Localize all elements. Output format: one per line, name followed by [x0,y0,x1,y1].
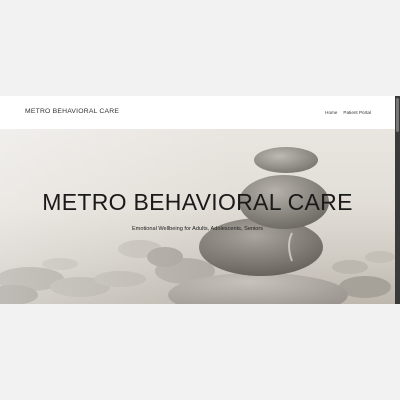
top-navigation-bar: METRO BEHAVIORAL CARE Home Patient Porta… [0,96,395,130]
stacked-stones-image [0,129,395,304]
nav-link-home[interactable]: Home [325,110,337,115]
hero-banner: METRO BEHAVIORAL CARE Emotional Wellbein… [0,129,395,304]
nav-menu: Home Patient Portal [325,110,371,115]
website-viewport: METRO BEHAVIORAL CARE Home Patient Porta… [0,96,400,304]
vertical-scrollbar[interactable] [395,96,400,304]
hero-title: METRO BEHAVIORAL CARE [42,189,353,215]
nav-link-patient-portal[interactable]: Patient Portal [343,110,371,115]
hero-subtitle: Emotional Wellbeing for Adults, Adolesce… [131,226,264,232]
site-logo-text[interactable]: METRO BEHAVIORAL CARE [25,108,119,115]
scrollbar-thumb[interactable] [396,98,399,132]
